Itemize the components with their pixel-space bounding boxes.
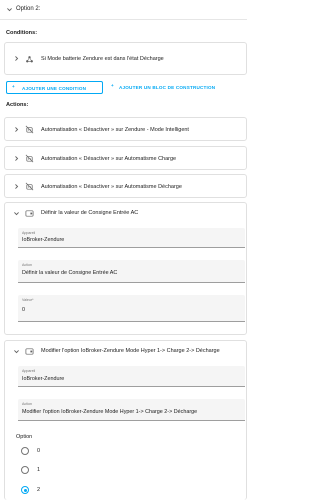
action-label: Automatisation « Désactiver » sur Automa…	[41, 156, 177, 162]
modifier-card: Modifier l'option IoBroker-Zendure Mode …	[4, 340, 247, 500]
plus-icon: +	[111, 83, 114, 88]
option-header[interactable]: Option 2:	[0, 0, 247, 20]
cluster-icon	[25, 55, 34, 64]
conditions-heading: Conditions:	[6, 30, 38, 36]
option-heading: Option	[16, 434, 33, 440]
valeur-label: Valeur*	[22, 298, 34, 302]
action-card[interactable]: Automatisation « Désactiver » sur Automa…	[4, 146, 247, 170]
robot-off-icon	[25, 182, 34, 191]
plus-icon: +	[12, 84, 15, 89]
device-icon	[25, 209, 34, 218]
valeur-value: 0	[22, 307, 25, 313]
action-card[interactable]: Automatisation « Désactiver » sur Automa…	[4, 174, 247, 198]
option-title: Option 2:	[16, 6, 41, 12]
action-field-value: Modifier l'option IoBroker-Zendure Mode …	[22, 409, 198, 415]
modifier-card-header[interactable]: Modifier l'option IoBroker-Zendure Mode …	[5, 341, 246, 362]
appareil-value: IoBroker-Zendure	[22, 376, 65, 382]
appareil-label: Appareil	[22, 369, 36, 373]
add-condition-label: AJOUTER UNE CONDITION	[22, 85, 87, 91]
modifier-title: Modifier l'option IoBroker-Zendure Mode …	[41, 348, 220, 354]
action-label: Automatisation « Désactiver » sur Zendur…	[41, 127, 189, 133]
condition-label: Si Mode batterie Zendure est dans l'état…	[41, 56, 164, 62]
appareil-label: Appareil	[22, 231, 36, 235]
appareil-value: IoBroker-Zendure	[22, 237, 65, 243]
radio-option-0[interactable]	[21, 447, 29, 455]
consigne-card-header[interactable]: Définir la valeur de Consigne Entrée AC	[5, 203, 246, 224]
appareil-field[interactable]: Appareil IoBroker-Zendure	[18, 228, 245, 248]
action-field-label: Action	[22, 402, 32, 406]
actions-heading: Actions:	[6, 102, 29, 108]
chevron-right-icon[interactable]	[13, 126, 20, 133]
chevron-down-icon[interactable]	[13, 210, 20, 217]
robot-off-icon	[25, 154, 34, 163]
add-condition-button[interactable]: + AJOUTER UNE CONDITION	[6, 81, 103, 94]
radio-label-2: 2	[37, 487, 41, 493]
device-icon	[25, 347, 34, 356]
consigne-title: Définir la valeur de Consigne Entrée AC	[41, 210, 139, 216]
radio-label-1: 1	[37, 467, 41, 473]
chevron-right-icon[interactable]	[13, 183, 20, 190]
action-field[interactable]: Action Modifier l'option IoBroker-Zendur…	[18, 399, 245, 421]
action-field-value: Définir la valeur de Consigne Entrée AC	[22, 270, 118, 276]
add-block-button[interactable]: + AJOUTER UN BLOC DE CONSTRUCTION	[111, 81, 244, 94]
radio-label-0: 0	[37, 448, 41, 454]
chevron-right-icon[interactable]	[13, 55, 20, 62]
robot-off-icon	[25, 125, 34, 134]
condition-card[interactable]: Si Mode batterie Zendure est dans l'état…	[4, 42, 247, 75]
action-field-label: Action	[22, 263, 32, 267]
chevron-right-icon[interactable]	[13, 155, 20, 162]
action-field[interactable]: Action Définir la valeur de Consigne Ent…	[18, 260, 245, 283]
consigne-card: Définir la valeur de Consigne Entrée AC …	[4, 202, 247, 335]
valeur-field[interactable]: Valeur* 0	[18, 295, 245, 322]
action-card[interactable]: Automatisation « Désactiver » sur Zendur…	[4, 117, 247, 141]
chevron-down-icon[interactable]	[13, 348, 20, 355]
radio-option-1[interactable]	[21, 466, 29, 474]
add-block-label: AJOUTER UN BLOC DE CONSTRUCTION	[119, 84, 216, 90]
chevron-down-icon[interactable]	[6, 6, 13, 13]
radio-option-2[interactable]	[21, 486, 29, 494]
appareil-field[interactable]: Appareil IoBroker-Zendure	[18, 366, 245, 387]
action-label: Automatisation « Désactiver » sur Automa…	[41, 184, 182, 190]
